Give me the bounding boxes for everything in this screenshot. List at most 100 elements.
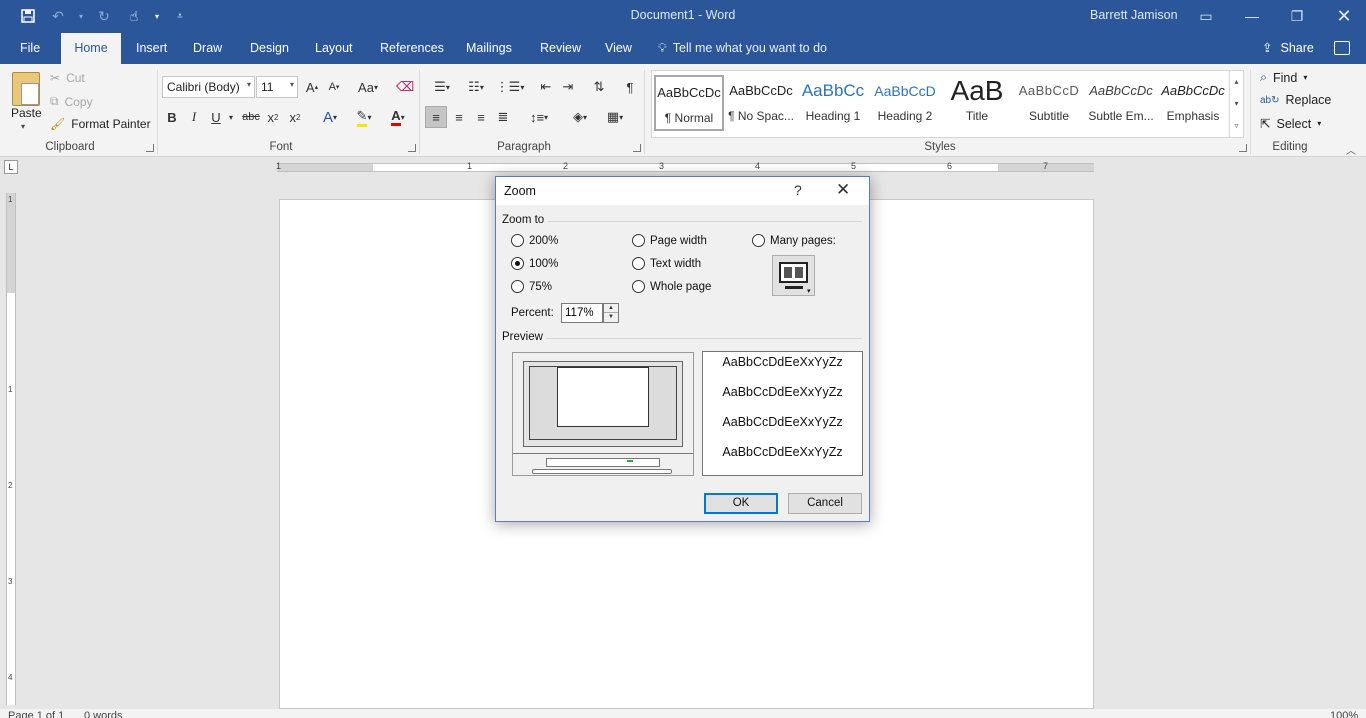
radio-button[interactable] xyxy=(511,234,524,247)
increase-indent-icon[interactable]: ⇥ xyxy=(558,76,578,98)
zoom-100-option[interactable]: 100% xyxy=(511,257,558,270)
paste-icon[interactable] xyxy=(12,72,40,106)
clear-formatting-icon[interactable]: ⌫ xyxy=(396,76,414,98)
sort-icon[interactable]: ⇅ xyxy=(589,76,609,98)
cut-button[interactable]: ✂ Cut xyxy=(50,71,85,85)
cancel-button[interactable]: Cancel xyxy=(788,493,862,514)
replace-button[interactable]: ab↻ Replace xyxy=(1260,93,1331,107)
shrink-font-icon[interactable]: A ▾ xyxy=(325,76,343,98)
strikethrough-icon[interactable]: abc xyxy=(241,106,261,128)
radio-button[interactable] xyxy=(511,280,524,293)
many-pages-option[interactable]: Many pages: xyxy=(752,234,836,247)
minimize-icon[interactable]: — xyxy=(1238,4,1266,28)
style-subtle-emphasis[interactable]: AaBbCcDc Subtle Em... xyxy=(1086,75,1156,131)
copy-button[interactable]: ⧉ Copy xyxy=(50,94,93,109)
radio-button[interactable] xyxy=(632,280,645,293)
word-count[interactable]: 0 words xyxy=(84,710,123,718)
bold-icon[interactable]: B xyxy=(164,106,180,128)
tab-review[interactable]: Review xyxy=(530,33,591,64)
help-icon[interactable]: ? xyxy=(794,182,802,198)
whole-page-option[interactable]: Whole page xyxy=(632,280,711,293)
clipboard-launcher-icon[interactable] xyxy=(146,144,154,152)
style-heading-1[interactable]: AaBbCc Heading 1 xyxy=(798,75,868,131)
radio-button[interactable] xyxy=(632,234,645,247)
styles-launcher-icon[interactable] xyxy=(1239,144,1247,152)
tell-me-box[interactable]: 💡︎ Tell me what you want to do xyxy=(658,33,827,64)
align-center-icon[interactable]: ≡ xyxy=(449,106,469,128)
collapse-ribbon-icon[interactable]: ︿ xyxy=(1346,142,1356,157)
font-name-combobox[interactable]: Calibri (Body) ▾ xyxy=(162,76,255,98)
zoom-level[interactable]: 100% xyxy=(1330,710,1358,718)
user-name[interactable]: Barrett Jamison xyxy=(1090,8,1178,22)
line-spacing-icon[interactable]: ↕≡ ▾ xyxy=(524,106,554,128)
subscript-icon[interactable]: x2 xyxy=(265,106,281,128)
spin-down-icon[interactable]: ▼ xyxy=(604,313,618,322)
percent-input[interactable] xyxy=(561,303,603,323)
font-launcher-icon[interactable] xyxy=(408,144,416,152)
close-icon[interactable]: ✕ xyxy=(836,180,850,200)
tab-home[interactable]: Home xyxy=(61,33,121,64)
gallery-more-icon[interactable]: ▿ xyxy=(1230,115,1243,137)
percent-spinner[interactable]: ▲ ▼ xyxy=(603,303,619,323)
style-emphasis[interactable]: AaBbCcDc Emphasis xyxy=(1158,75,1228,131)
highlight-color-icon[interactable]: ✎ ▾ xyxy=(349,106,379,128)
tab-selector[interactable]: L xyxy=(4,160,18,174)
align-left-icon[interactable]: ≡ xyxy=(425,106,447,128)
comments-icon[interactable] xyxy=(1334,41,1350,55)
tab-draw[interactable]: Draw xyxy=(183,33,232,64)
change-case-icon[interactable]: Aa ▾ xyxy=(353,76,383,98)
radio-button[interactable] xyxy=(632,257,645,270)
bullets-icon[interactable]: ☰ ▾ xyxy=(427,76,457,98)
many-pages-picker-button[interactable]: ▾ xyxy=(772,255,815,296)
paste-dropdown-icon[interactable]: ▾ xyxy=(21,122,25,131)
radio-button-selected[interactable] xyxy=(511,257,524,270)
style-normal[interactable]: AaBbCcDc ¶ Normal xyxy=(654,75,724,131)
format-painter-button[interactable]: 🖌︎ Format Painter xyxy=(50,117,151,131)
superscript-icon[interactable]: x2 xyxy=(287,106,303,128)
tab-references[interactable]: References xyxy=(370,33,454,64)
numbering-icon[interactable]: ☷ ▾ xyxy=(461,76,491,98)
tab-mailings[interactable]: Mailings xyxy=(456,33,522,64)
select-button[interactable]: ⇱ Select ▾ xyxy=(1260,116,1321,132)
ribbon-display-options-icon[interactable]: ▭ xyxy=(1192,4,1220,28)
font-color-icon[interactable]: A ▾ xyxy=(383,106,413,128)
style-heading-2[interactable]: AaBbCcD Heading 2 xyxy=(870,75,940,131)
italic-icon[interactable]: I xyxy=(186,106,202,128)
paste-button[interactable]: Paste xyxy=(11,106,42,120)
zoom-200-option[interactable]: 200% xyxy=(511,234,558,247)
grow-font-icon[interactable]: A ▴ xyxy=(303,76,321,98)
style-subtitle[interactable]: AaBbCcD Subtitle xyxy=(1014,75,1084,131)
find-button[interactable]: ⌕ Find ▾ xyxy=(1260,70,1307,85)
share-button[interactable]: ⇪ Share xyxy=(1262,33,1314,64)
decrease-indent-icon[interactable]: ⇤ xyxy=(536,76,556,98)
justify-icon[interactable]: ≣ xyxy=(493,106,513,128)
paragraph-launcher-icon[interactable] xyxy=(633,144,641,152)
spin-up-icon[interactable]: ▲ xyxy=(604,304,618,313)
show-marks-icon[interactable]: ¶ xyxy=(620,76,640,98)
tab-design[interactable]: Design xyxy=(240,33,299,64)
align-right-icon[interactable]: ≡ xyxy=(471,106,491,128)
ok-button[interactable]: OK xyxy=(704,493,778,514)
tab-file[interactable]: File xyxy=(10,33,50,64)
tab-insert[interactable]: Insert xyxy=(126,33,177,64)
underline-dropdown-icon[interactable]: ▾ xyxy=(227,106,235,128)
vertical-ruler[interactable]: 1 1 2 3 4 xyxy=(6,193,16,705)
style-title[interactable]: AaB Title xyxy=(942,75,1012,131)
tab-view[interactable]: View xyxy=(595,33,642,64)
tab-layout[interactable]: Layout xyxy=(305,33,363,64)
gallery-down-icon[interactable]: ▾ xyxy=(1230,93,1243,115)
page-count[interactable]: Page 1 of 1 xyxy=(8,710,64,718)
borders-icon[interactable]: ▦ ▾ xyxy=(600,106,630,128)
close-window-icon[interactable]: ✕ xyxy=(1330,4,1358,28)
shading-icon[interactable]: ◈ ▾ xyxy=(565,106,595,128)
underline-icon[interactable]: U xyxy=(208,106,224,128)
radio-button[interactable] xyxy=(752,234,765,247)
style-no-spacing[interactable]: AaBbCcDc ¶ No Spac... xyxy=(726,75,796,131)
gallery-up-icon[interactable]: ▴ xyxy=(1230,71,1243,93)
multilevel-list-icon[interactable]: ⋮☰ ▾ xyxy=(495,76,525,98)
text-effects-icon[interactable]: A ▾ xyxy=(317,106,343,128)
horizontal-ruler[interactable]: 1 1 2 3 4 5 6 7 xyxy=(276,161,1094,172)
font-size-combobox[interactable]: 11 ▾ xyxy=(256,76,298,98)
page-width-option[interactable]: Page width xyxy=(632,234,707,247)
text-width-option[interactable]: Text width xyxy=(632,257,701,270)
